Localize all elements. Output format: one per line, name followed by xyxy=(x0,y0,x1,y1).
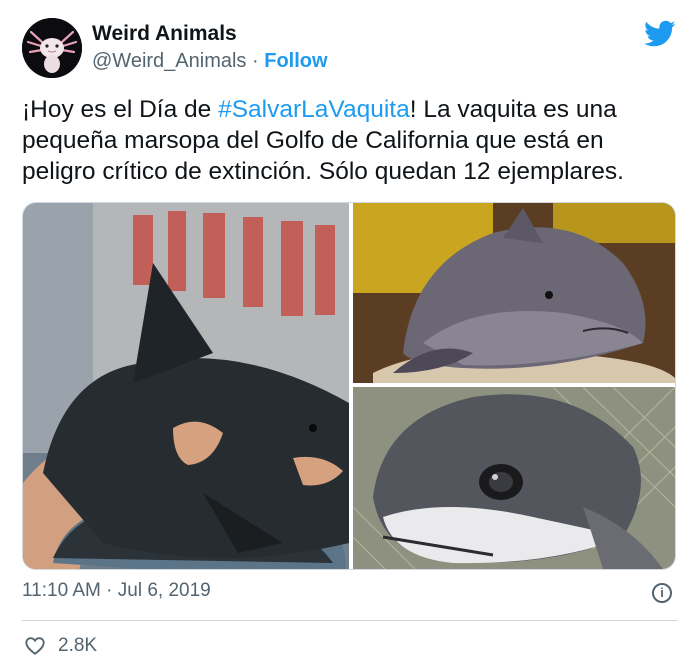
hashtag-link[interactable]: #SalvarLaVaquita xyxy=(218,96,410,123)
like-count: 2.8K xyxy=(58,635,98,656)
divider xyxy=(22,620,678,621)
axolotl-avatar-image xyxy=(22,18,82,78)
author-name[interactable]: Weird Animals xyxy=(92,22,237,46)
tweet-media-grid xyxy=(22,202,676,570)
vaquita-closeup-photo[interactable] xyxy=(353,387,675,569)
tweet-text-intro: ¡Hoy es el Día de xyxy=(22,96,219,123)
handle-separator: · xyxy=(252,50,259,72)
tweet-timestamp[interactable]: 11:10 AM · Jul 6, 2019 xyxy=(22,580,211,602)
author-avatar[interactable] xyxy=(22,18,82,78)
vaquita-held-photo[interactable] xyxy=(23,203,349,569)
info-icon[interactable]: i xyxy=(652,583,672,603)
twitter-bird-icon[interactable] xyxy=(644,20,676,48)
author-handle[interactable]: @Weird_Animals xyxy=(92,50,246,72)
follow-button[interactable]: Follow xyxy=(264,50,327,72)
heart-icon xyxy=(24,635,46,657)
author-handle-row: @Weird_Animals · Follow xyxy=(92,50,328,73)
like-button[interactable]: 2.8K xyxy=(24,632,97,660)
tweet-text: ¡Hoy es el Día de #SalvarLaVaquita! La v… xyxy=(22,94,682,187)
vaquita-net-photo[interactable] xyxy=(353,203,675,383)
tweet-card: Weird Animals @Weird_Animals · Follow ¡H… xyxy=(0,0,700,672)
